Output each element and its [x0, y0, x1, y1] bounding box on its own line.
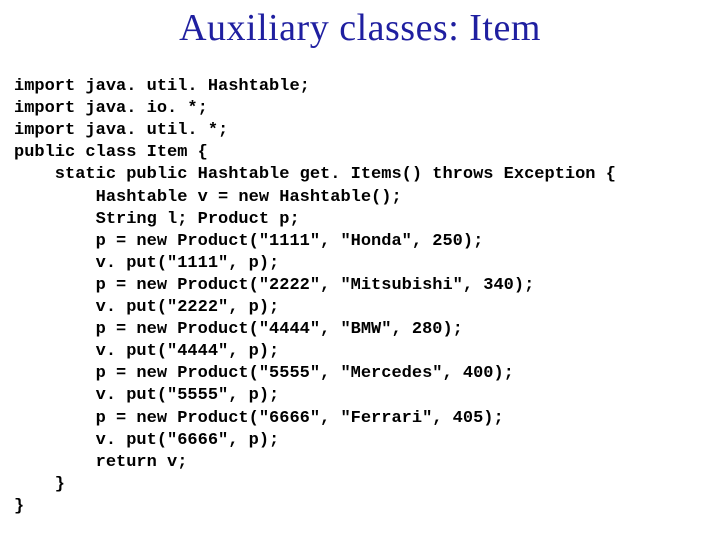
code-line: v. put("1111", p); [14, 254, 279, 273]
code-line: } [14, 475, 65, 494]
code-line: p = new Product("5555", "Mercedes", 400)… [14, 364, 514, 383]
code-line: v. put("6666", p); [14, 431, 279, 450]
code-line: p = new Product("6666", "Ferrari", 405); [14, 409, 504, 428]
code-line: static public Hashtable get. Items() thr… [14, 165, 616, 184]
code-line: import java. util. Hashtable; [14, 77, 310, 96]
code-line: v. put("5555", p); [14, 386, 279, 405]
code-line: p = new Product("2222", "Mitsubishi", 34… [14, 276, 534, 295]
code-line: import java. io. *; [14, 99, 208, 118]
code-line: } [14, 497, 24, 516]
code-block: import java. util. Hashtable; import jav… [0, 54, 720, 518]
code-line: Hashtable v = new Hashtable(); [14, 188, 402, 207]
code-line: import java. util. *; [14, 121, 228, 140]
code-line: public class Item { [14, 143, 208, 162]
code-line: v. put("2222", p); [14, 298, 279, 317]
slide-title: Auxiliary classes: Item [0, 0, 720, 54]
code-line: return v; [14, 453, 187, 472]
code-line: p = new Product("4444", "BMW", 280); [14, 320, 463, 339]
code-line: String l; Product p; [14, 210, 300, 229]
code-line: v. put("4444", p); [14, 342, 279, 361]
code-line: p = new Product("1111", "Honda", 250); [14, 232, 483, 251]
